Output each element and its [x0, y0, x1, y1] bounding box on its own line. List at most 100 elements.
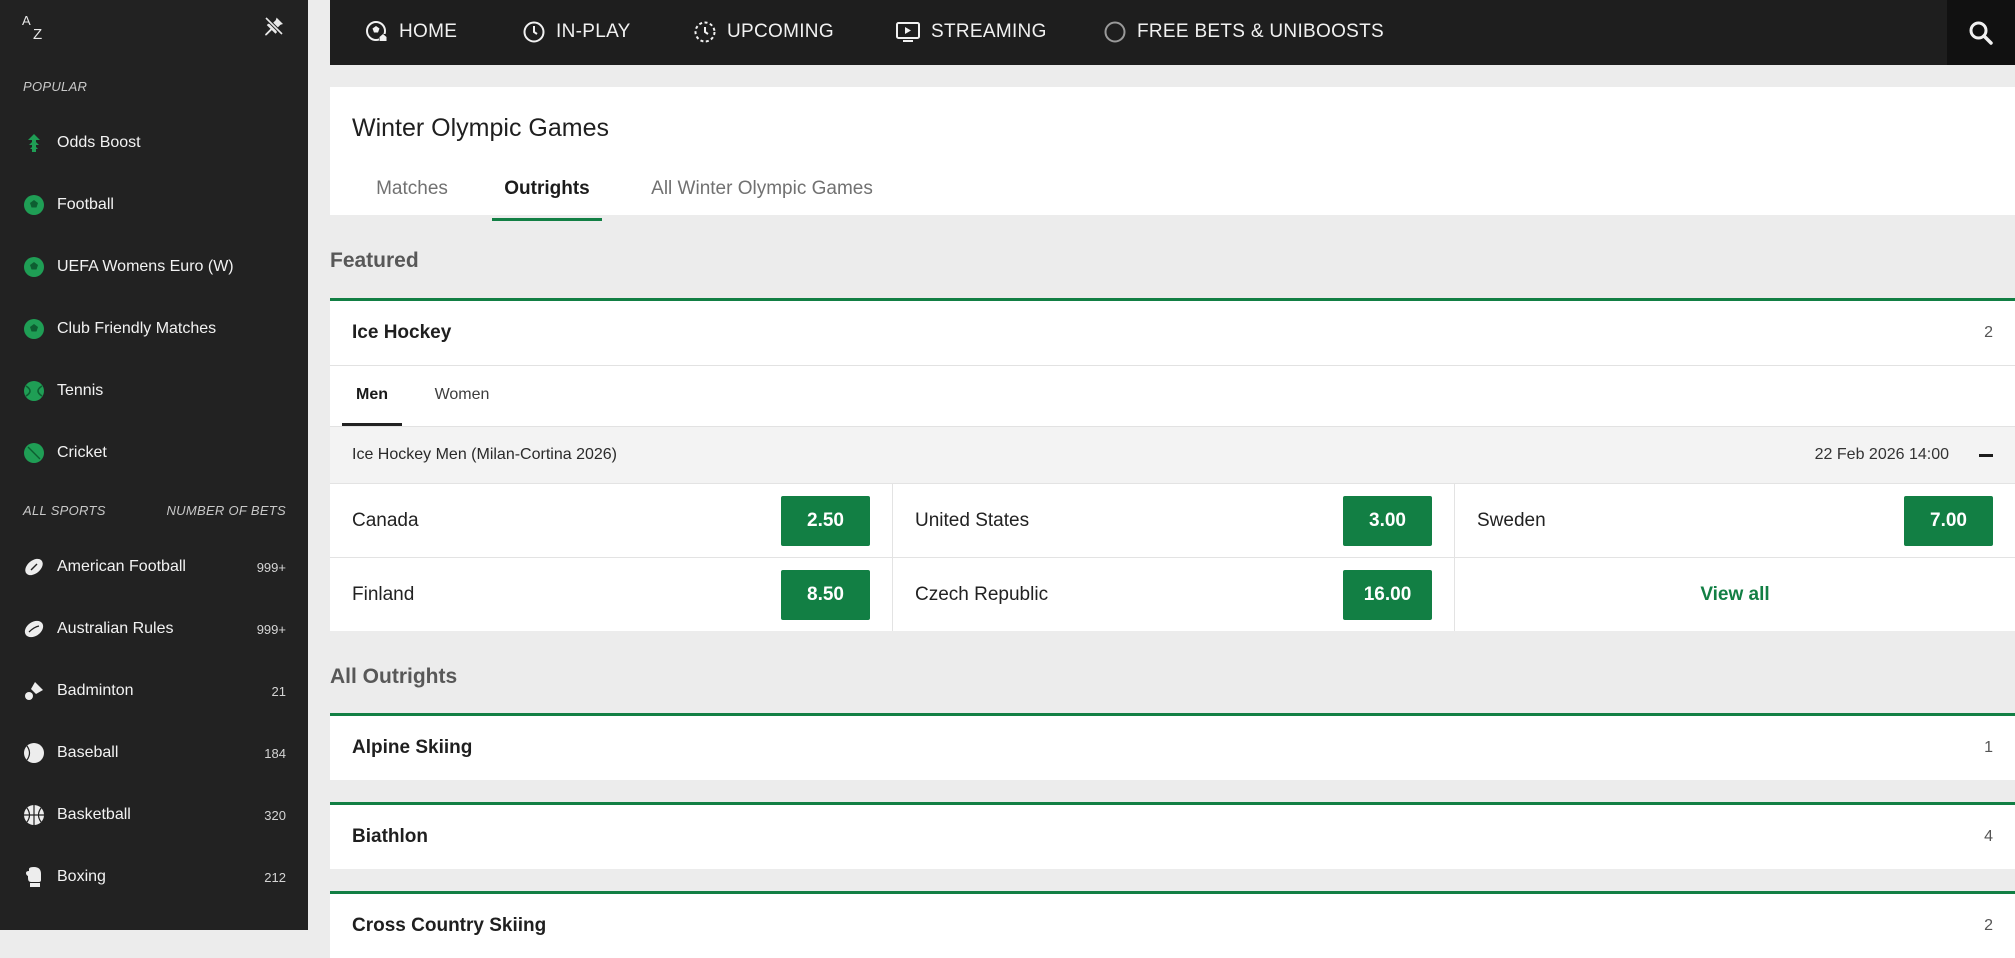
badminton-icon [25, 682, 43, 700]
sidebar-item-odds-boost[interactable]: Odds Boost [0, 112, 308, 174]
football-icon [24, 195, 44, 215]
sidebar-item-boxing[interactable]: Boxing 212 [0, 846, 308, 908]
nav-upcoming-label: UPCOMING [727, 20, 834, 42]
top-navigation: HOME IN-PLAY UPCOMING STREAMING FREE BET… [330, 0, 2015, 65]
sidebar-item-basketball[interactable]: Basketball 320 [0, 784, 308, 846]
view-all-cell: View all [1454, 557, 2015, 631]
clock-icon [523, 21, 545, 42]
sidebar-item-tennis[interactable]: Tennis [0, 360, 308, 422]
page-header: Winter Olympic Games Matches Outrights A… [330, 87, 2015, 221]
featured-heading: Featured [330, 249, 419, 272]
group-header[interactable]: Ice Hockey 2 [330, 301, 2015, 365]
sidebar-item-football[interactable]: Football [0, 174, 308, 236]
subtab-women[interactable]: Women [422, 366, 502, 424]
sidebar-item-cricket[interactable]: Cricket [0, 422, 308, 484]
home-icon [366, 20, 387, 41]
sidebar-item-uefa-womens-euro[interactable]: UEFA Womens Euro (W) [0, 236, 308, 298]
sidebar-item-label: Odds Boost [57, 134, 141, 151]
event-header[interactable]: Ice Hockey Men (Milan-Cortina 2026) 22 F… [330, 426, 2015, 483]
odds-button[interactable]: 2.50 [781, 495, 870, 546]
outright-name: Cross Country Skiing [352, 915, 547, 936]
search-button[interactable] [1947, 0, 2015, 65]
az-letter-a: A [22, 13, 31, 28]
baseball-icon [24, 743, 44, 763]
outright-biathlon[interactable]: Biathlon 4 [330, 802, 2015, 869]
tab-matches[interactable]: Matches [352, 172, 472, 218]
sidebar-item-american-football[interactable]: American Football 999+ [0, 536, 308, 598]
view-all-link[interactable]: View all [1477, 584, 1993, 606]
sidebar-item-label: UEFA Womens Euro (W) [57, 258, 234, 275]
odds-button[interactable]: 8.50 [781, 569, 870, 620]
tab-all-winter-olympic-games[interactable]: All Winter Olympic Games [622, 172, 902, 218]
boxing-glove-icon [26, 867, 41, 887]
sidebar-item-label: American Football [57, 558, 186, 575]
subtab-label: Women [434, 386, 490, 403]
outcome-name: Finland [352, 583, 415, 605]
outcome-sweden: Sweden 7.00 [1454, 483, 2015, 557]
sidebar-item-count: 999+ [256, 621, 286, 637]
odds-button[interactable]: 7.00 [1904, 495, 1993, 546]
nav-home-label: HOME [399, 20, 458, 42]
nav-streaming-label: STREAMING [931, 20, 1047, 42]
collapse-icon[interactable] [1979, 453, 1993, 457]
sidebar-item-australian-rules[interactable]: Australian Rules 999+ [0, 598, 308, 660]
subtab-men[interactable]: Men [342, 366, 402, 426]
outright-count: 2 [1984, 917, 1993, 934]
sidebar: A Z POPULAR Odds Boost Football UEFA Wom… [0, 0, 308, 930]
odds-button[interactable]: 16.00 [1343, 569, 1432, 620]
nav-free-bets-uniboosts[interactable]: FREE BETS & UNIBOOSTS [1103, 0, 1384, 63]
nav-home[interactable]: HOME [365, 0, 457, 63]
sidebar-top: A Z [0, 0, 308, 60]
event-name: Ice Hockey Men (Milan-Cortina 2026) [352, 446, 617, 463]
tab-outrights[interactable]: Outrights [492, 172, 602, 221]
outright-name: Biathlon [352, 826, 428, 847]
sidebar-item-count: 999+ [256, 559, 286, 575]
sidebar-item-label: Boxing [57, 868, 106, 885]
nav-free-bets-label: FREE BETS & UNIBOOSTS [1137, 20, 1385, 42]
popular-heading: POPULAR [0, 60, 308, 112]
outright-name: Alpine Skiing [352, 737, 473, 758]
sidebar-item-club-friendly-matches[interactable]: Club Friendly Matches [0, 298, 308, 360]
page-title: Winter Olympic Games [352, 114, 609, 142]
outright-alpine-skiing[interactable]: Alpine Skiing 1 [330, 713, 2015, 780]
all-sports-label: ALL SPORTS [23, 502, 106, 518]
odds-button[interactable]: 3.00 [1343, 495, 1432, 546]
outcome-united-states: United States 3.00 [892, 483, 1454, 557]
outcome-name: Canada [352, 509, 419, 531]
sidebar-item-baseball[interactable]: Baseball 184 [0, 722, 308, 784]
featured-group-ice-hockey: Ice Hockey 2 Men Women Ice Hockey Men (M… [330, 298, 2015, 631]
sidebar-item-label: Australian Rules [57, 620, 174, 637]
odds-boost-icon [28, 134, 40, 152]
search-icon [1969, 21, 1993, 45]
outright-cross-country-skiing[interactable]: Cross Country Skiing 2 [330, 891, 2015, 958]
nav-in-play[interactable]: IN-PLAY [522, 0, 631, 63]
odds-grid: Canada 2.50 United States 3.00 Sweden 7.… [330, 483, 2015, 631]
popular-heading-label: POPULAR [23, 78, 88, 94]
outcome-canada: Canada 2.50 [330, 483, 892, 557]
football-icon [24, 257, 44, 277]
sidebar-item-label: Football [57, 196, 114, 213]
nav-in-play-label: IN-PLAY [556, 20, 631, 42]
tv-icon [896, 21, 920, 42]
unpin-icon[interactable] [262, 14, 286, 38]
sidebar-item-label: Badminton [57, 682, 134, 699]
outcome-name: Sweden [1477, 509, 1546, 531]
sidebar-item-label: Basketball [57, 806, 131, 823]
nav-upcoming[interactable]: UPCOMING [693, 0, 834, 63]
sidebar-item-label: Club Friendly Matches [57, 320, 217, 337]
event-date: 22 Feb 2026 14:00 [1814, 446, 1949, 463]
gender-subtabs: Men Women [330, 365, 2015, 426]
tab-label: All Winter Olympic Games [651, 178, 873, 199]
upcoming-icon [694, 21, 716, 42]
australian-rules-icon [24, 620, 44, 638]
tennis-icon [24, 381, 44, 401]
sidebar-item-label: Tennis [57, 382, 104, 399]
tab-label: Matches [376, 178, 448, 199]
outright-count: 4 [1984, 828, 1993, 845]
american-football-icon [25, 558, 43, 576]
group-name: Ice Hockey [352, 322, 452, 343]
nav-streaming[interactable]: STREAMING [895, 0, 1047, 63]
group-count: 2 [1984, 324, 1993, 341]
basketball-icon [24, 805, 44, 825]
sidebar-item-badminton[interactable]: Badminton 21 [0, 660, 308, 722]
